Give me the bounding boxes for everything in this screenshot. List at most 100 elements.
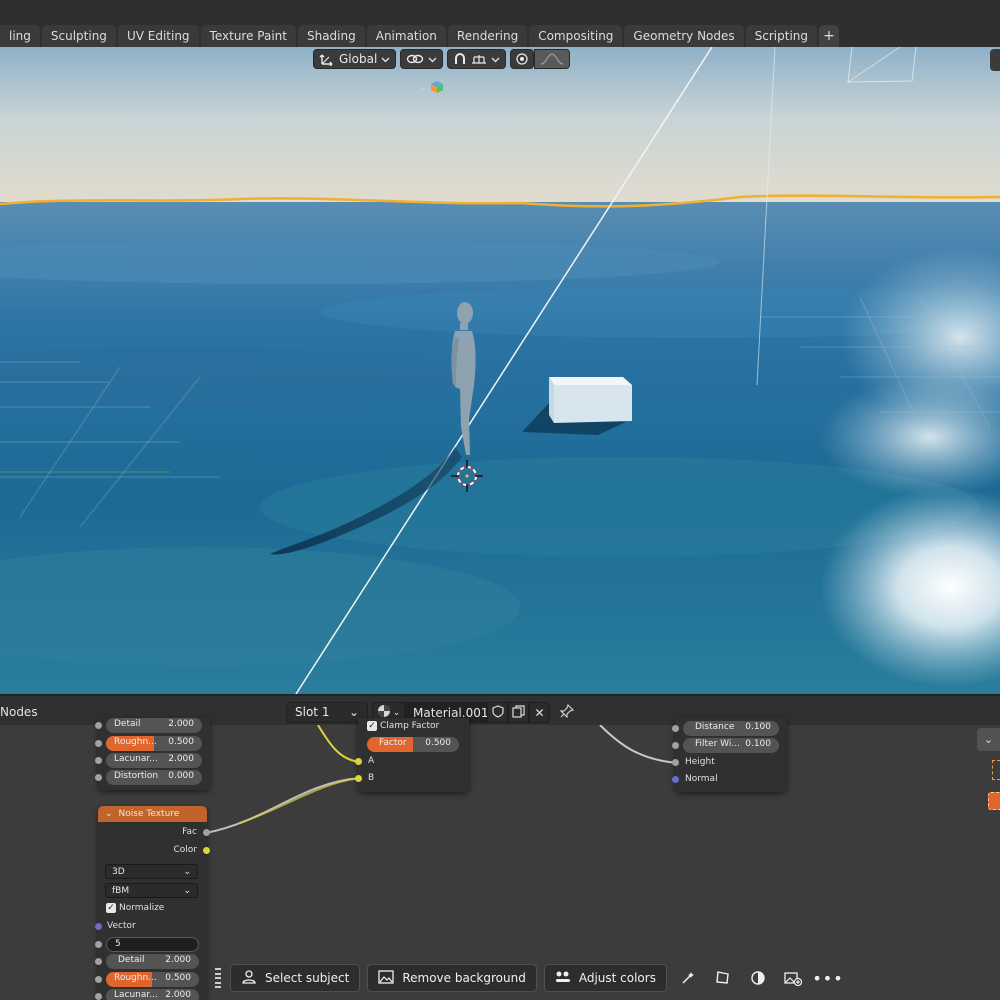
roughness-field[interactable]: Roughn... 0.500: [106, 736, 202, 751]
pin-icon[interactable]: [559, 703, 575, 722]
field-value: 0.500: [168, 737, 194, 747]
3d-viewport[interactable]: Global ›: [0, 47, 1000, 694]
select-subject-button[interactable]: Select subject: [230, 964, 361, 992]
field-label: Lacunar...: [114, 990, 158, 1000]
lacunarity-field[interactable]: Lacunar... 2.000: [106, 989, 199, 1000]
unlink-material-button[interactable]: ✕: [529, 702, 550, 723]
duplicate-material-button[interactable]: [508, 702, 529, 723]
field-label: Filter Wi...: [695, 739, 740, 749]
chevron-down-icon: ⌄: [105, 809, 113, 819]
distortion-field[interactable]: Distortion 0.000: [106, 770, 202, 785]
close-icon: ✕: [534, 705, 545, 720]
input-socket-b[interactable]: [355, 775, 362, 782]
magic-edit-icon[interactable]: [674, 964, 702, 992]
snap-toggle-group[interactable]: [447, 49, 507, 69]
filter-width-field[interactable]: Filter Wi... 0.100: [683, 738, 779, 753]
scale-input-field[interactable]: 5: [106, 937, 199, 952]
tab-scripting[interactable]: Scripting: [745, 25, 818, 47]
scene-render: [0, 47, 1000, 694]
checkbox-label: Clamp Factor: [380, 721, 440, 731]
tab-rendering[interactable]: Rendering: [447, 25, 528, 47]
fac-output-socket[interactable]: [203, 829, 210, 836]
tab-compositing[interactable]: Compositing: [529, 25, 623, 47]
detail-field[interactable]: Detail 2.000: [106, 718, 202, 733]
tab-geometry-nodes[interactable]: Geometry Nodes: [624, 25, 744, 47]
pivot-dropdown[interactable]: [400, 49, 444, 69]
mix-node[interactable]: ✓ Clamp Factor Factor 0.500 A B: [355, 718, 469, 792]
field-value: 0.500: [425, 738, 451, 748]
magnet-icon: [453, 52, 467, 66]
material-slot-dropdown[interactable]: Slot 1 ⌄: [286, 702, 368, 723]
tab-animation[interactable]: Animation: [366, 25, 446, 47]
chevron-down-icon: ⌄: [392, 707, 401, 718]
drag-handle-icon[interactable]: [215, 966, 223, 990]
fake-user-button[interactable]: [487, 702, 508, 723]
node-header[interactable]: ⌄ Noise Texture: [98, 806, 207, 822]
roughness-input-socket[interactable]: [95, 976, 102, 983]
input-b-label: B: [368, 773, 375, 783]
chevron-down-icon: [381, 55, 390, 64]
falloff-dropdown[interactable]: [534, 49, 571, 69]
dimensions-dropdown[interactable]: 3D ⌄: [105, 864, 198, 879]
crop-shape-icon[interactable]: [709, 964, 737, 992]
input-socket[interactable]: [672, 725, 679, 732]
tab-texture-paint[interactable]: Texture Paint: [200, 25, 296, 47]
tab-shading[interactable]: Shading: [297, 25, 365, 47]
input-socket[interactable]: [95, 757, 102, 764]
field-label: Lacunar...: [114, 754, 158, 764]
noise-type-dropdown[interactable]: fBM ⌄: [105, 883, 198, 898]
clamp-factor-checkbox[interactable]: ✓ Clamp Factor: [367, 721, 439, 731]
vector-input-socket[interactable]: [95, 923, 102, 930]
add-image-icon[interactable]: [779, 964, 807, 992]
breadcrumb: ›: [420, 80, 444, 97]
chevron-down-icon: ⌄: [183, 885, 191, 896]
field-label: Factor: [379, 738, 407, 748]
frame-marker-icon[interactable]: [992, 760, 1000, 780]
color-output-label: Color: [173, 845, 198, 855]
contrast-icon[interactable]: [744, 964, 772, 992]
color-output-socket[interactable]: [203, 847, 210, 854]
input-socket[interactable]: [95, 774, 102, 781]
height-input-socket[interactable]: [672, 759, 679, 766]
input-socket[interactable]: [672, 742, 679, 749]
dropdown-value: fBM: [112, 885, 130, 896]
detail-field[interactable]: Detail 2.000: [106, 954, 199, 969]
normal-input-socket[interactable]: [672, 776, 679, 783]
input-socket-a[interactable]: [355, 758, 362, 765]
checkbox-checked-icon: ✓: [106, 903, 116, 913]
tab-layout[interactable]: ling: [0, 25, 40, 47]
normalize-checkbox[interactable]: ✓ Normalize: [106, 903, 164, 913]
field-value: 2.000: [165, 955, 191, 965]
proportional-edit-icon: [515, 52, 529, 66]
viewport-side-toggle[interactable]: [990, 49, 1000, 71]
factor-field[interactable]: Factor 0.500: [367, 737, 459, 752]
roughness-field[interactable]: Roughn... 0.500: [106, 972, 199, 987]
lacunarity-input-socket[interactable]: [95, 993, 102, 1000]
image-tools-toolbar: Select subject Remove background Adjust …: [215, 962, 843, 994]
scale-input-socket[interactable]: [95, 941, 102, 948]
sidebar-toggle-button[interactable]: ⌄: [977, 728, 1000, 751]
noise-texture-node[interactable]: ⌄ Noise Texture Fac Color 3D ⌄ fBM ⌄ ✓ No…: [95, 806, 210, 1000]
remove-background-button[interactable]: Remove background: [367, 964, 537, 992]
tab-sculpting[interactable]: Sculpting: [41, 25, 116, 47]
detail-input-socket[interactable]: [95, 958, 102, 965]
distance-field[interactable]: Distance 0.100: [683, 721, 779, 736]
bump-node[interactable]: Distance 0.100 Filter Wi... 0.100 Height…: [672, 718, 787, 792]
adjust-colors-button[interactable]: Adjust colors: [543, 964, 667, 992]
proportional-edit-toggle[interactable]: [510, 49, 535, 69]
active-node-marker-icon[interactable]: [988, 792, 1000, 810]
vector-input-label: Vector: [107, 921, 136, 931]
more-options-icon[interactable]: •••: [812, 964, 842, 992]
dropdown-value: 3D: [112, 866, 125, 877]
field-label: Distortion: [114, 771, 159, 781]
tab-uv-editing[interactable]: UV Editing: [117, 25, 199, 47]
input-socket[interactable]: [95, 740, 102, 747]
transform-orientation-dropdown[interactable]: Global: [313, 49, 397, 69]
input-socket[interactable]: [95, 722, 102, 729]
add-workspace-button[interactable]: +: [819, 25, 840, 47]
texture-node-partial[interactable]: Detail 2.000 Roughn... 0.500 Lacunar... …: [95, 718, 210, 790]
lacunarity-field[interactable]: Lacunar... 2.000: [106, 753, 202, 768]
person-select-icon: [241, 969, 257, 988]
shader-node-editor[interactable]: Nodes Slot 1 ⌄ ⌄ Material.001 ✕ Detail 2…: [0, 694, 1000, 1000]
copy-icon: [512, 704, 525, 721]
